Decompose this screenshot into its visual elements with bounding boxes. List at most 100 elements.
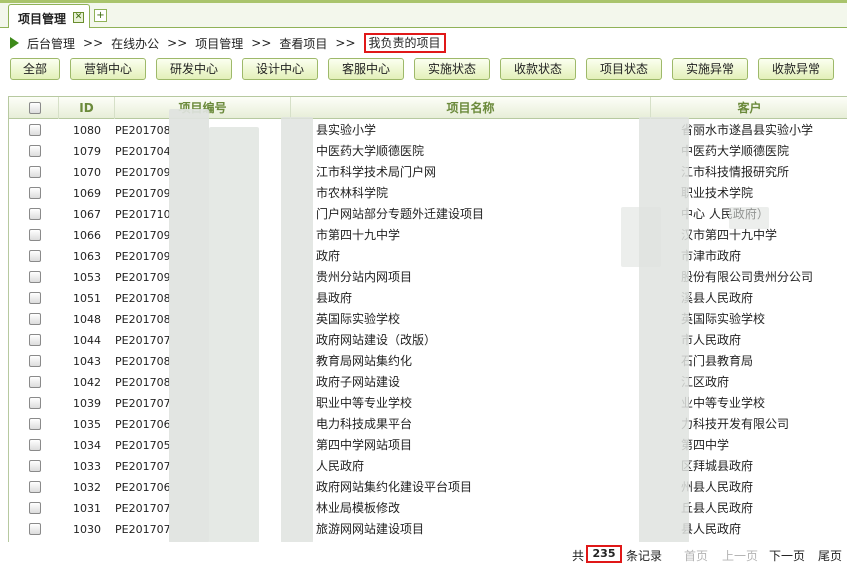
row-checkbox[interactable] xyxy=(29,250,41,262)
table-row[interactable]: 1044 PE201707 政府网站建设（改版） 市人民政府 xyxy=(9,330,847,351)
row-project-name[interactable]: 人民政府 xyxy=(291,456,651,477)
table-row[interactable]: 1035 PE201706 电力科技成果平台 力科技开发有限公司 xyxy=(9,414,847,435)
row-project-name[interactable]: 电力科技成果平台 xyxy=(291,414,651,435)
row-project-name[interactable]: 县实验小学 xyxy=(291,120,651,141)
pagination: 共 235 条记录 首页 上一页 下一页 尾页 xyxy=(0,543,847,565)
breadcrumb-item[interactable]: 在线办公 xyxy=(111,35,159,52)
row-checkbox[interactable] xyxy=(29,481,41,493)
tab-project-management[interactable]: 项目管理 ✕ xyxy=(8,4,90,28)
table-row[interactable]: 1034 PE201705 第四中学网站项目 第四中学 xyxy=(9,435,847,456)
table-row[interactable]: 1066 PE201709 市第四十九中学 汉市第四十九中学 xyxy=(9,225,847,246)
breadcrumb-separator: >> xyxy=(251,36,272,50)
row-checkbox[interactable] xyxy=(29,313,41,325)
table-row[interactable]: 1043 PE201708 教育局网站集约化 石门县教育局 xyxy=(9,351,847,372)
row-checkbox[interactable] xyxy=(29,166,41,178)
row-project-name[interactable]: 第四中学网站项目 xyxy=(291,435,651,456)
table-row[interactable]: 1033 PE201707 人民政府 区拜城县政府 xyxy=(9,456,847,477)
row-checkbox[interactable] xyxy=(29,355,41,367)
row-checkbox[interactable] xyxy=(29,502,41,514)
select-all-checkbox[interactable] xyxy=(29,102,41,114)
row-project-name[interactable]: 门户网站部分专题外迁建设项目 xyxy=(291,204,651,225)
table-row[interactable]: 1032 PE201706 政府网站集约化建设平台项目 州县人民政府 xyxy=(9,477,847,498)
prev-page-link[interactable]: 上一页 xyxy=(722,547,758,564)
table-row[interactable]: 1070 PE201709 江市科学技术局门户网 江市科技情报研究所 xyxy=(9,162,847,183)
header-select-all[interactable] xyxy=(9,97,59,119)
filter-button-payment-exception[interactable]: 收款异常 xyxy=(758,58,834,80)
breadcrumb-item[interactable]: 查看项目 xyxy=(279,35,327,52)
filter-button-impl-exception[interactable]: 实施异常 xyxy=(672,58,748,80)
header-client[interactable]: 客户 xyxy=(651,97,847,119)
row-checkbox[interactable] xyxy=(29,523,41,535)
row-project-name[interactable]: 政府网站建设（改版） xyxy=(291,330,651,351)
row-checkbox[interactable] xyxy=(29,271,41,283)
row-checkbox[interactable] xyxy=(29,208,41,220)
row-project-name[interactable]: 政府子网站建设 xyxy=(291,372,651,393)
table-row[interactable]: 1031 PE201707 林业局模板修改 丘县人民政府 xyxy=(9,498,847,519)
filter-button-rnd[interactable]: 研发中心 xyxy=(156,58,232,80)
table-header: ID 项目编号 项目名称 客户 xyxy=(9,97,847,119)
table-row[interactable]: 1067 PE201710 门户网站部分专题外迁建设项目 中心 人民政府） xyxy=(9,204,847,225)
filter-button-all[interactable]: 全部 xyxy=(10,58,60,80)
next-page-link[interactable]: 下一页 xyxy=(769,547,805,564)
row-checkbox[interactable] xyxy=(29,397,41,409)
row-checkbox[interactable] xyxy=(29,145,41,157)
row-project-name[interactable]: 政府 xyxy=(291,246,651,267)
breadcrumb-item[interactable]: 后台管理 xyxy=(27,35,75,52)
row-project-name[interactable]: 林业局模板修改 xyxy=(291,498,651,519)
row-project-name[interactable]: 中医药大学顺德医院 xyxy=(291,141,651,162)
row-checkbox[interactable] xyxy=(29,187,41,199)
breadcrumb-item[interactable]: 项目管理 xyxy=(195,35,243,52)
row-project-name[interactable]: 市第四十九中学 xyxy=(291,225,651,246)
filter-button-project-status[interactable]: 项目状态 xyxy=(586,58,662,80)
filter-button-marketing[interactable]: 营销中心 xyxy=(70,58,146,80)
breadcrumb: 后台管理 >> 在线办公 >> 项目管理 >> 查看项目 >> 我负责的项目 xyxy=(10,33,446,53)
table-row[interactable]: 1063 PE201709 政府 市津市政府 xyxy=(9,246,847,267)
row-checkbox[interactable] xyxy=(29,439,41,451)
row-project-name[interactable]: 英国际实验学校 xyxy=(291,309,651,330)
row-checkbox[interactable] xyxy=(29,292,41,304)
table-row[interactable]: 1042 PE201708 政府子网站建设 江区政府 xyxy=(9,372,847,393)
row-project-name[interactable]: 县政府 xyxy=(291,288,651,309)
row-project-name[interactable]: 教育局网站集约化 xyxy=(291,351,651,372)
row-project-name[interactable]: 贵州分站内网项目 xyxy=(291,267,651,288)
row-project-name[interactable]: 职业中等专业学校 xyxy=(291,393,651,414)
row-project-name[interactable]: 市农林科学院 xyxy=(291,183,651,204)
table-row[interactable]: 1079 PE201704 中医药大学顺德医院 中医药大学顺德医院 xyxy=(9,141,847,162)
row-checkbox-cell xyxy=(9,225,59,246)
header-project-name[interactable]: 项目名称 xyxy=(291,97,651,119)
add-tab-icon[interactable]: + xyxy=(94,9,107,22)
row-checkbox[interactable] xyxy=(29,229,41,241)
filter-button-service[interactable]: 客服中心 xyxy=(328,58,404,80)
total-suffix: 条记录 xyxy=(626,549,663,563)
row-id: 1034 xyxy=(73,439,101,452)
row-project-name[interactable]: 政府网站集约化建设平台项目 xyxy=(291,477,651,498)
table-row[interactable]: 1030 PE201707 旅游网网站建设项目 县人民政府 xyxy=(9,519,847,540)
row-checkbox[interactable] xyxy=(29,376,41,388)
table-row[interactable]: 1051 PE201708 县政府 溪县人民政府 xyxy=(9,288,847,309)
row-checkbox-cell xyxy=(9,141,59,162)
first-page-link[interactable]: 首页 xyxy=(684,547,708,564)
row-checkbox[interactable] xyxy=(29,418,41,430)
project-table: ID 项目编号 项目名称 客户 1080 PE201708 县实验小学 省丽水市遂昌县… xyxy=(8,96,847,542)
row-checkbox[interactable] xyxy=(29,460,41,472)
row-id: 1070 xyxy=(73,166,101,179)
breadcrumb-separator: >> xyxy=(335,36,356,50)
header-id[interactable]: ID xyxy=(59,97,115,119)
close-icon[interactable]: ✕ xyxy=(73,12,84,23)
redaction-mask xyxy=(209,127,259,542)
row-checkbox[interactable] xyxy=(29,334,41,346)
filter-button-payment-status[interactable]: 收款状态 xyxy=(500,58,576,80)
filter-button-design[interactable]: 设计中心 xyxy=(242,58,318,80)
row-project-name[interactable]: 旅游网网站建设项目 xyxy=(291,519,651,540)
total-prefix: 共 xyxy=(572,549,585,563)
row-project-name[interactable]: 江市科学技术局门户网 xyxy=(291,162,651,183)
row-checkbox[interactable] xyxy=(29,124,41,136)
row-id: 1030 xyxy=(73,523,101,536)
last-page-link[interactable]: 尾页 xyxy=(818,547,842,564)
table-row[interactable]: 1048 PE201708 英国际实验学校 英国际实验学校 xyxy=(9,309,847,330)
table-row[interactable]: 1080 PE201708 县实验小学 省丽水市遂昌县实验小学 xyxy=(9,120,847,141)
table-row[interactable]: 1069 PE201709 市农林科学院 职业技术学院 xyxy=(9,183,847,204)
table-row[interactable]: 1039 PE201707 职业中等专业学校 业中等专业学校 xyxy=(9,393,847,414)
filter-button-impl-status[interactable]: 实施状态 xyxy=(414,58,490,80)
table-row[interactable]: 1053 PE201709 贵州分站内网项目 股份有限公司贵州分公司 xyxy=(9,267,847,288)
